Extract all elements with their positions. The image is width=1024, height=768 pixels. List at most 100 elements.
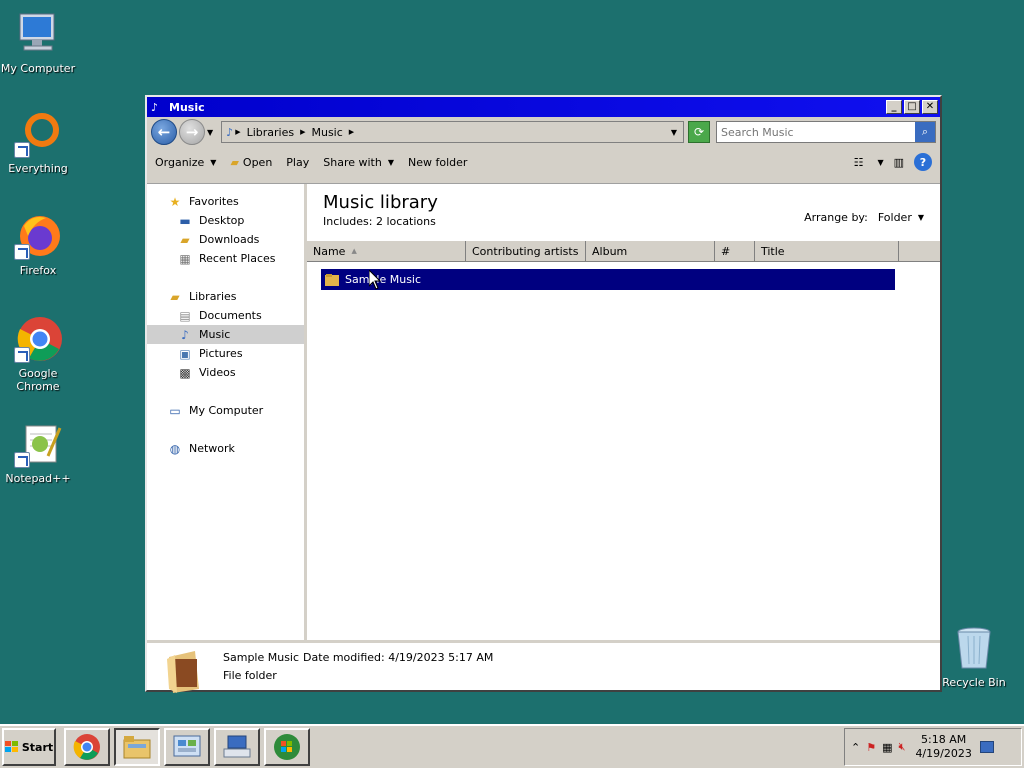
nav-libraries[interactable]: ▰ Libraries: [147, 287, 304, 306]
desktop-icon-label: Recycle Bin: [942, 676, 1006, 689]
nav-music[interactable]: ♪ Music: [147, 325, 304, 344]
column-headers: Name ▲ Contributing artists Album # Titl…: [307, 240, 940, 262]
library-header: Music library Includes: 2 locations Arra…: [307, 184, 940, 228]
keyboard-icon: [223, 735, 251, 758]
downloads-folder-icon: ▰: [180, 232, 190, 247]
clock-time: 5:18 AM: [921, 733, 967, 746]
nav-network[interactable]: ◍ Network: [147, 439, 304, 458]
search-icon[interactable]: ⌕: [915, 122, 935, 142]
firefox-icon: [14, 212, 62, 260]
show-desktop-icon[interactable]: [979, 741, 994, 753]
desktop-icon-google-chrome[interactable]: Google Chrome: [0, 315, 80, 393]
minimize-button[interactable]: _: [886, 100, 902, 114]
chrome-icon: [14, 315, 62, 363]
shortcut-arrow-icon: [14, 142, 30, 158]
forward-button[interactable]: →: [179, 119, 205, 145]
taskbar: Start ⌃ ⚑ ▦ 🔇︎ 5:18 AM 4/19/2023: [0, 724, 1024, 768]
nav-my-computer[interactable]: ▭ My Computer: [147, 401, 304, 420]
nav-recent-places[interactable]: ▦ Recent Places: [147, 249, 304, 268]
address-field[interactable]: ♪ ▶ Libraries ▶ Music ▶ ▼: [221, 121, 684, 143]
taskbar-chrome[interactable]: [64, 728, 110, 766]
window-title: Music: [169, 100, 205, 114]
chevron-down-icon: ▼: [210, 157, 217, 167]
address-dropdown-icon[interactable]: ▼: [671, 128, 677, 137]
arrange-by: Arrange by: Folder ▼: [804, 210, 924, 224]
open-button[interactable]: ▰ Open: [230, 156, 272, 169]
taskbar-keyboard[interactable]: [214, 728, 260, 766]
notepadpp-icon: [14, 420, 62, 468]
close-button[interactable]: ✕: [922, 100, 938, 114]
column-header-track-number[interactable]: #: [715, 241, 755, 261]
back-button[interactable]: ←: [151, 119, 177, 145]
maximize-button[interactable]: □: [904, 100, 920, 114]
help-icon[interactable]: ?: [914, 153, 932, 171]
star-icon: ★: [169, 194, 181, 209]
window-titlebar[interactable]: ♪ Music _ □ ✕: [147, 97, 940, 117]
new-folder-button[interactable]: New folder: [408, 156, 467, 169]
desktop-icon-label: Google Chrome: [16, 367, 60, 393]
recycle-bin-icon: [950, 624, 998, 672]
taskbar-explorer[interactable]: [114, 728, 160, 766]
nav-desktop[interactable]: ▬ Desktop: [147, 211, 304, 230]
music-library-icon: ♪: [226, 125, 234, 139]
details-pane: Sample Music Date modified: 4/19/2023 5:1…: [147, 640, 940, 693]
search-box: ⌕: [716, 121, 936, 143]
desktop-icon: ▬: [179, 213, 191, 228]
taskbar-control-panel[interactable]: [164, 728, 210, 766]
chevron-down-icon[interactable]: ▼: [918, 213, 924, 222]
desktop-icon-my-computer[interactable]: My Computer: [0, 10, 80, 75]
organize-button[interactable]: Organize ▼: [155, 156, 216, 169]
view-options-button[interactable]: ☷ ▼: [854, 156, 884, 169]
nav-downloads[interactable]: ▰ Downloads: [147, 230, 304, 249]
recent-pages-dropdown[interactable]: ▼: [207, 128, 213, 137]
breadcrumb-music[interactable]: Music: [311, 126, 342, 139]
start-button[interactable]: Start: [2, 728, 56, 766]
everything-icon: [14, 110, 62, 158]
documents-icon: ▤: [179, 308, 191, 323]
desktop-icon-label: Notepad++: [5, 472, 71, 485]
share-with-button[interactable]: Share with ▼: [323, 156, 394, 169]
details-file-name: Sample Music: [223, 651, 300, 664]
sort-ascending-icon: ▲: [351, 247, 357, 255]
desktop-icon-everything[interactable]: Everything: [0, 110, 80, 175]
column-header-album[interactable]: Album: [586, 241, 715, 261]
nav-videos[interactable]: ▩ Videos: [147, 363, 304, 382]
column-header-name[interactable]: Name ▲: [307, 241, 466, 261]
preview-pane-button[interactable]: ▥: [894, 156, 904, 169]
file-list-pane: Music library Includes: 2 locations Arra…: [307, 184, 940, 640]
column-header-contributing-artists[interactable]: Contributing artists: [466, 241, 586, 261]
nav-documents[interactable]: ▤ Documents: [147, 306, 304, 325]
folder-icon: [325, 273, 339, 286]
view-list-icon: ☷: [853, 155, 864, 169]
file-row-selected[interactable]: Sample Music: [321, 269, 895, 290]
clock[interactable]: 5:18 AM 4/19/2023: [915, 733, 971, 761]
refresh-button[interactable]: ⟳: [688, 121, 710, 143]
desktop-icon-label: Everything: [8, 162, 68, 175]
command-bar: Organize ▼ ▰ Open Play Share with ▼ New …: [147, 147, 940, 177]
network-status-icon[interactable]: ▦: [882, 741, 892, 754]
search-input[interactable]: [717, 125, 915, 139]
nav-favorites[interactable]: ★ Favorites: [147, 192, 304, 211]
music-note-icon: ♪: [151, 100, 159, 114]
library-title: Music library: [323, 192, 438, 213]
desktop-icon-recycle-bin[interactable]: Recycle Bin: [936, 624, 1012, 689]
pictures-icon: ▣: [179, 346, 191, 361]
breadcrumb-libraries[interactable]: Libraries: [247, 126, 295, 139]
desktop-icon-notepadpp[interactable]: Notepad++: [0, 420, 80, 485]
details-text: Sample Music Date modified: 4/19/2023 5:1…: [223, 649, 493, 690]
column-header-title[interactable]: Title: [755, 241, 899, 261]
show-hidden-icons-chevron-icon[interactable]: ⌃: [851, 741, 860, 754]
taskbar-media-player[interactable]: [264, 728, 310, 766]
play-button[interactable]: Play: [286, 156, 309, 169]
library-locations-link[interactable]: 2 locations: [376, 215, 436, 228]
volume-muted-icon[interactable]: 🔇︎: [899, 740, 906, 754]
folder-open-icon: ▰: [230, 155, 239, 169]
details-date-modified: 4/19/2023 5:17 AM: [388, 651, 494, 664]
arrange-by-dropdown[interactable]: Folder: [878, 211, 912, 224]
recent-places-icon: ▦: [179, 251, 191, 266]
desktop-icon-firefox[interactable]: Firefox: [0, 212, 80, 277]
media-player-icon: [274, 734, 300, 760]
libraries-icon: ▰: [170, 289, 180, 304]
action-center-flag-icon[interactable]: ⚑: [866, 741, 876, 754]
nav-pictures[interactable]: ▣ Pictures: [147, 344, 304, 363]
